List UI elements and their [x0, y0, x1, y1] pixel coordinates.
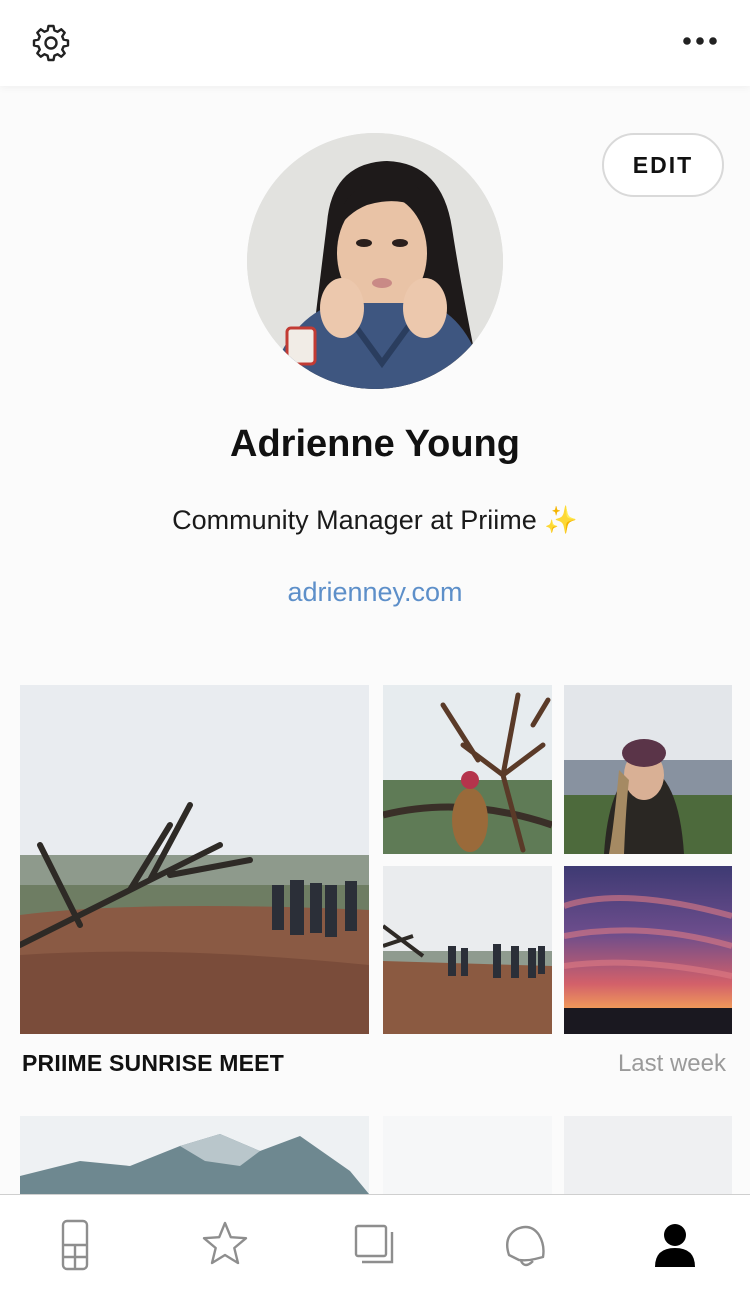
album2-photo-large[interactable]: [20, 1116, 369, 1194]
tab-bar: [0, 1194, 750, 1293]
avatar: [247, 133, 503, 389]
bell-icon: [506, 1225, 545, 1267]
album-photo-large[interactable]: [20, 685, 369, 1034]
album-time: Last week: [617, 1050, 726, 1077]
top-bar: [0, 0, 750, 86]
profile-content: EDIT Adrienne Young Community Manager at…: [0, 86, 750, 1194]
album2-photo-3[interactable]: [564, 1116, 732, 1194]
edit-button[interactable]: EDIT: [602, 133, 724, 197]
tab-layers[interactable]: [345, 1215, 405, 1275]
tab-bell[interactable]: [495, 1215, 555, 1275]
star-icon: [202, 1221, 248, 1265]
website-link[interactable]: adrienney.com: [0, 577, 750, 608]
profile-name: Adrienne Young: [230, 423, 520, 465]
gear-icon[interactable]: [31, 22, 71, 62]
sparkles-emoji: ✨: [544, 505, 578, 535]
profile-icon: [655, 1224, 695, 1267]
tab-profile[interactable]: [645, 1215, 705, 1275]
layers-icon: [354, 1224, 394, 1264]
album-photo-group[interactable]: [383, 866, 552, 1034]
album-photo-portrait[interactable]: [564, 685, 732, 854]
phone-grid-icon: [61, 1219, 89, 1271]
album-photo-tree[interactable]: [383, 685, 552, 854]
tab-star[interactable]: [195, 1215, 255, 1275]
profile-bio: Community Manager at Priime ✨: [0, 504, 750, 536]
album-title[interactable]: PRIIME SUNRISE MEET: [22, 1050, 284, 1077]
album2-photo-2[interactable]: [383, 1116, 552, 1194]
tab-phone-grid[interactable]: [45, 1215, 105, 1275]
album-photo-sunset[interactable]: [564, 866, 732, 1034]
bio-text: Community Manager at Priime: [172, 505, 537, 535]
more-icon[interactable]: [680, 30, 720, 52]
